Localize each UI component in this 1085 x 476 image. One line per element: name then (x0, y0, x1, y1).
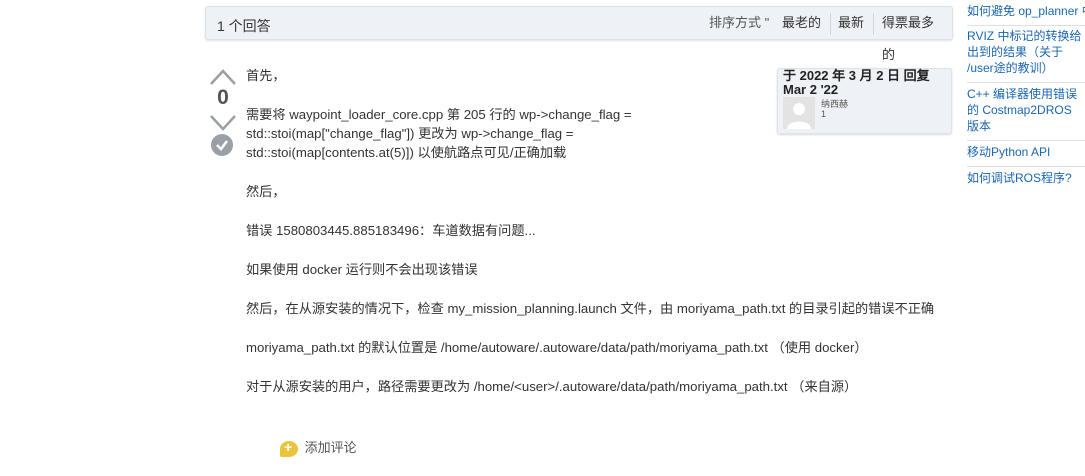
answer-paragraph: 然后，在从源安装的情况下，检查 my_mission_planning.laun… (246, 301, 935, 316)
answer-paragraph: 如果使用 docker 运行则不会出现该错误 (246, 262, 478, 277)
answer-paragraph: 对于从源安装的用户，路径需要更改为 /home/<user>/.autoware… (246, 379, 858, 394)
related-question-link[interactable]: RVIZ 中标记的转换给出到的结果（关于 /user途的教训） (967, 26, 1085, 83)
accept-answer-icon[interactable] (211, 134, 233, 156)
downvote-arrow-icon[interactable] (208, 112, 238, 134)
answer-paragraph: 需要将 waypoint_loader_core.cpp 第 205 行的 wp… (246, 107, 632, 160)
sort-divider (830, 13, 831, 35)
sort-newest-button[interactable]: 最新 (832, 7, 870, 39)
vote-count: 0 (217, 86, 229, 109)
related-question-text: C++ 编译器使用错误的 Costmap2DROS 版本 (967, 87, 1078, 133)
answer-paragraph: 错误 1580803445.885183496：车道数据有问题... (246, 223, 536, 238)
related-question-link[interactable]: 移动Python API (967, 141, 1085, 167)
related-question-link[interactable]: 如何避免 op_planner 中 (967, 0, 1085, 26)
answer-date: 于 2022 年 3 月 2 日 回复 Mar 2 '22 (783, 68, 930, 97)
related-question-text: 移动Python API (967, 145, 1051, 159)
related-question-link[interactable]: C++ 编译器使用错误的 Costmap2DROS 版本 (967, 83, 1085, 141)
related-question-text: 如何调试ROS程序? (967, 171, 1072, 185)
sort-label: 排序方式 " (709, 15, 770, 30)
add-comment-label: 添加评论 (304, 440, 357, 455)
avatar[interactable] (783, 97, 815, 129)
answer-paragraph: moriyama_path.txt 的默认位置是 /home/autoware/… (246, 340, 868, 355)
related-question-text: RVIZ 中标记的转换给出到的结果（关于 /user途的教训） (967, 29, 1082, 75)
related-question-link[interactable]: 如何调试ROS程序? (967, 167, 1085, 192)
comment-add-icon (280, 439, 298, 457)
answers-header-bar: 1 个回答 排序方式 " 最老的 最新 得票最多的 (205, 6, 953, 62)
answers-count: 1 个回答 (217, 18, 271, 34)
sort-oldest-button[interactable]: 最老的 (776, 7, 827, 39)
related-question-text: 如何避免 op_planner 中 (967, 4, 1085, 18)
upvote-arrow-icon[interactable] (208, 66, 238, 88)
related-questions-list: 如何避免 op_planner 中 RVIZ 中标记的转换给出到的结果（关于 /… (967, 0, 1085, 192)
answer-paragraph: 然后， (246, 184, 286, 199)
author-card: 于 2022 年 3 月 2 日 回复 Mar 2 '22 纳西赫 1 (777, 68, 952, 134)
sort-divider (873, 13, 874, 35)
sort-most-voted-button[interactable]: 得票最多的 (876, 7, 952, 62)
author-karma: 1 (821, 109, 827, 119)
add-comment-link[interactable]: 添加评论 (280, 437, 357, 457)
